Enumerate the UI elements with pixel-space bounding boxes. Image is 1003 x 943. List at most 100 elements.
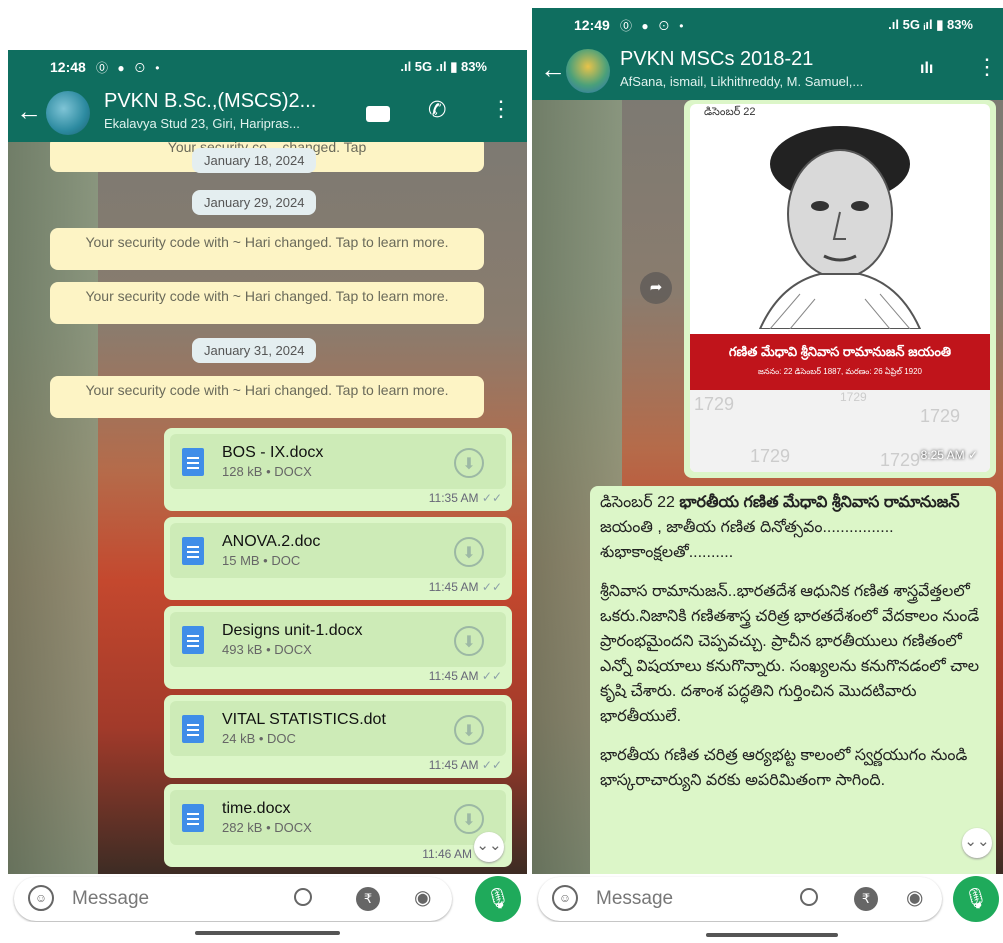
number-1729: 1729 (750, 446, 791, 466)
number-1729: 1729 (920, 406, 961, 426)
date-separator: January 29, 2024 (192, 190, 317, 215)
system-message[interactable]: Your security code with ~ Hari changed. … (50, 228, 484, 270)
double-tick-icon: ✓✓ (481, 669, 502, 683)
message-input[interactable]: Message (596, 888, 673, 910)
camera-icon[interactable]: ◉ (906, 885, 923, 910)
forward-icon[interactable]: ➦ (640, 272, 672, 304)
file-name: time.docx (222, 800, 291, 817)
file-name: Designs unit-1.docx (222, 622, 363, 639)
file-card[interactable]: BOS - IX.docx 128 kB • DOCX ⬇ (170, 434, 506, 489)
message-input[interactable]: Message (72, 888, 149, 910)
back-arrow-icon[interactable]: ← (540, 54, 566, 84)
video-call-icon[interactable] (366, 106, 390, 122)
file-name: ANOVA.2.doc (222, 533, 321, 550)
time-text: 8:25 AM (920, 448, 965, 462)
message-input-box[interactable]: ☺ Message ₹ ◉ (14, 877, 452, 921)
status-signal-battery: .ıl 5G .ıl ▮ 83% (400, 59, 487, 74)
rupee-payment-icon[interactable]: ₹ (854, 887, 878, 911)
voice-record-button[interactable]: 🎙 (953, 876, 999, 922)
download-icon[interactable]: ⬇ (454, 448, 484, 478)
chat-title[interactable]: PVKN MSCs 2018-21 (620, 48, 813, 71)
download-icon[interactable]: ⬇ (454, 715, 484, 745)
chat-area[interactable]: డిసెంబర్ 22 గణిత మేధావి శ్రీనివాస రామాను… (532, 100, 1003, 874)
file-card[interactable]: VITAL STATISTICS.dot 24 kB • DOC ⬇ (170, 701, 506, 756)
time-text: 11:35 AM (428, 491, 479, 505)
message-time: 11:45 AM ✓✓ (429, 669, 502, 683)
message-time: 11:45 AM ✓✓ (429, 580, 502, 594)
message-paragraph: డిసెంబర్ 22 భారతీయ గణిత మేధావి శ్రీనివాస… (590, 486, 996, 565)
date-separator: January 18, 2024 (192, 148, 317, 173)
message-paragraph: శ్రీనివాస రామానుజన్..భారతదేశ ఆధునిక గణిత… (600, 583, 980, 725)
image-message[interactable]: డిసెంబర్ 22 గణిత మేధావి శ్రీనివాస రామాను… (684, 100, 996, 478)
file-message[interactable]: VITAL STATISTICS.dot 24 kB • DOC ⬇ 11:45… (164, 695, 512, 778)
document-icon (182, 804, 204, 832)
document-icon (182, 448, 204, 476)
download-icon[interactable]: ⬇ (454, 537, 484, 567)
number-1729: 1729 (694, 394, 735, 414)
notification-icons: ⓪ ● ⊙ • (620, 19, 687, 33)
bold-text-span: భారతీయ గణిత మేధావి శ్రీనివాస రామానుజన్ (679, 494, 960, 511)
message-paragraph: భారతీయ గణిత చరిత్ర ఆర్యభట్ట కాలంలో స్వర్… (600, 747, 968, 789)
file-card[interactable]: ANOVA.2.doc 15 MB • DOC ⬇ (170, 523, 506, 578)
chat-title[interactable]: PVKN B.Sc.,(MSCS)2... (104, 90, 316, 113)
poster-date-label: డిసెంబర్ 22 (704, 106, 756, 118)
overflow-menu-icon[interactable]: ⋮ (490, 96, 512, 122)
file-meta: 282 kB • DOCX (222, 820, 312, 835)
group-avatar[interactable] (46, 91, 90, 135)
banner-subtitle: జననం: 22 డిసెంబర్ 1887, మరణం: 26 ఏప్రిల్… (757, 367, 922, 376)
double-tick-icon: ✓✓ (481, 491, 502, 505)
file-card[interactable]: Designs unit-1.docx 493 kB • DOCX ⬇ (170, 612, 506, 667)
status-time: 12:48 (50, 59, 86, 75)
download-icon[interactable]: ⬇ (454, 804, 484, 834)
poster-banner: గణిత మేధావి శ్రీనివాస రామానుజన్ జయంతి జన… (690, 334, 990, 390)
group-avatar[interactable] (566, 49, 610, 93)
document-icon (182, 715, 204, 743)
file-name: BOS - IX.docx (222, 444, 324, 461)
nav-handle (706, 933, 838, 937)
system-message[interactable]: Your security code with ~ Hari changed. … (50, 376, 484, 418)
status-bar: 12:49 ⓪ ● ⊙ • .ıl 5G ᵢıl ▮ 83% (532, 8, 1003, 42)
file-meta: 493 kB • DOCX (222, 642, 312, 657)
file-message[interactable]: ANOVA.2.doc 15 MB • DOC ⬇ 11:45 AM ✓✓ (164, 517, 512, 600)
chat-subtitle[interactable]: Ekalavya Stud 23, Giri, Haripras... (104, 116, 300, 131)
text-span: డిసెంబర్ 22 (600, 494, 680, 511)
file-meta: 15 MB • DOC (222, 553, 301, 568)
banner-title: గణిత మేధావి శ్రీనివాస రామానుజన్ జయంతి (728, 344, 952, 359)
emoji-icon[interactable]: ☺ (28, 885, 54, 911)
chat-subtitle[interactable]: AfSana, ismail, Likhithreddy, M. Samuel,… (620, 74, 863, 89)
camera-icon[interactable]: ◉ (414, 885, 431, 910)
file-meta: 24 kB • DOC (222, 731, 296, 746)
message-time: 8:25 AM ✓ (920, 448, 978, 462)
voice-call-icon[interactable]: ✆ (428, 97, 446, 123)
system-message[interactable]: Your security code with ~ Hari changed. … (50, 282, 484, 324)
chat-header: ← PVKN MSCs 2018-21 AfSana, ismail, Likh… (532, 42, 1003, 100)
file-name: VITAL STATISTICS.dot (222, 711, 386, 728)
back-arrow-icon[interactable]: ← (16, 96, 42, 126)
file-card[interactable]: time.docx 282 kB • DOCX ⬇ (170, 790, 506, 845)
ramanujan-poster-image[interactable]: డిసెంబర్ 22 గణిత మేధావి శ్రీనివాస రామాను… (690, 104, 990, 472)
rupee-payment-icon[interactable]: ₹ (356, 887, 380, 911)
scroll-to-bottom-button[interactable]: ⌄⌄ (474, 832, 504, 862)
voice-record-button[interactable]: 🎙 (475, 876, 521, 922)
notification-icons: ⓪ ● ⊙ • (96, 61, 163, 75)
file-message[interactable]: BOS - IX.docx 128 kB • DOCX ⬇ 11:35 AM ✓… (164, 428, 512, 511)
message-input-box[interactable]: ☺ Message ₹ ◉ (538, 877, 942, 921)
text-message[interactable]: డిసెంబర్ 22 భారతీయ గణిత మేధావి శ్రీనివాస… (590, 486, 996, 874)
attach-icon[interactable] (290, 884, 316, 910)
audio-wave-icon[interactable]: ılı (920, 60, 933, 78)
attach-icon[interactable] (796, 884, 822, 910)
overflow-menu-icon[interactable]: ⋮ (976, 54, 998, 80)
message-time: 11:35 AM ✓✓ (429, 491, 502, 505)
chat-area[interactable]: Your security co... changed. Tap January… (8, 142, 527, 874)
file-message[interactable]: Designs unit-1.docx 493 kB • DOCX ⬇ 11:4… (164, 606, 512, 689)
file-message[interactable]: time.docx 282 kB • DOCX ⬇ 11:46 AM (164, 784, 512, 867)
document-icon (182, 626, 204, 654)
nav-handle (195, 931, 340, 935)
download-icon[interactable]: ⬇ (454, 626, 484, 656)
scroll-to-bottom-button[interactable]: ⌄⌄ (962, 828, 992, 858)
message-input-bar: ☺ Message ₹ ◉ 🎙 (532, 874, 1003, 922)
emoji-icon[interactable]: ☺ (552, 885, 578, 911)
time-text: 11:45 AM (428, 669, 479, 683)
double-tick-icon: ✓✓ (481, 758, 502, 772)
portrait-sketch (758, 126, 922, 329)
